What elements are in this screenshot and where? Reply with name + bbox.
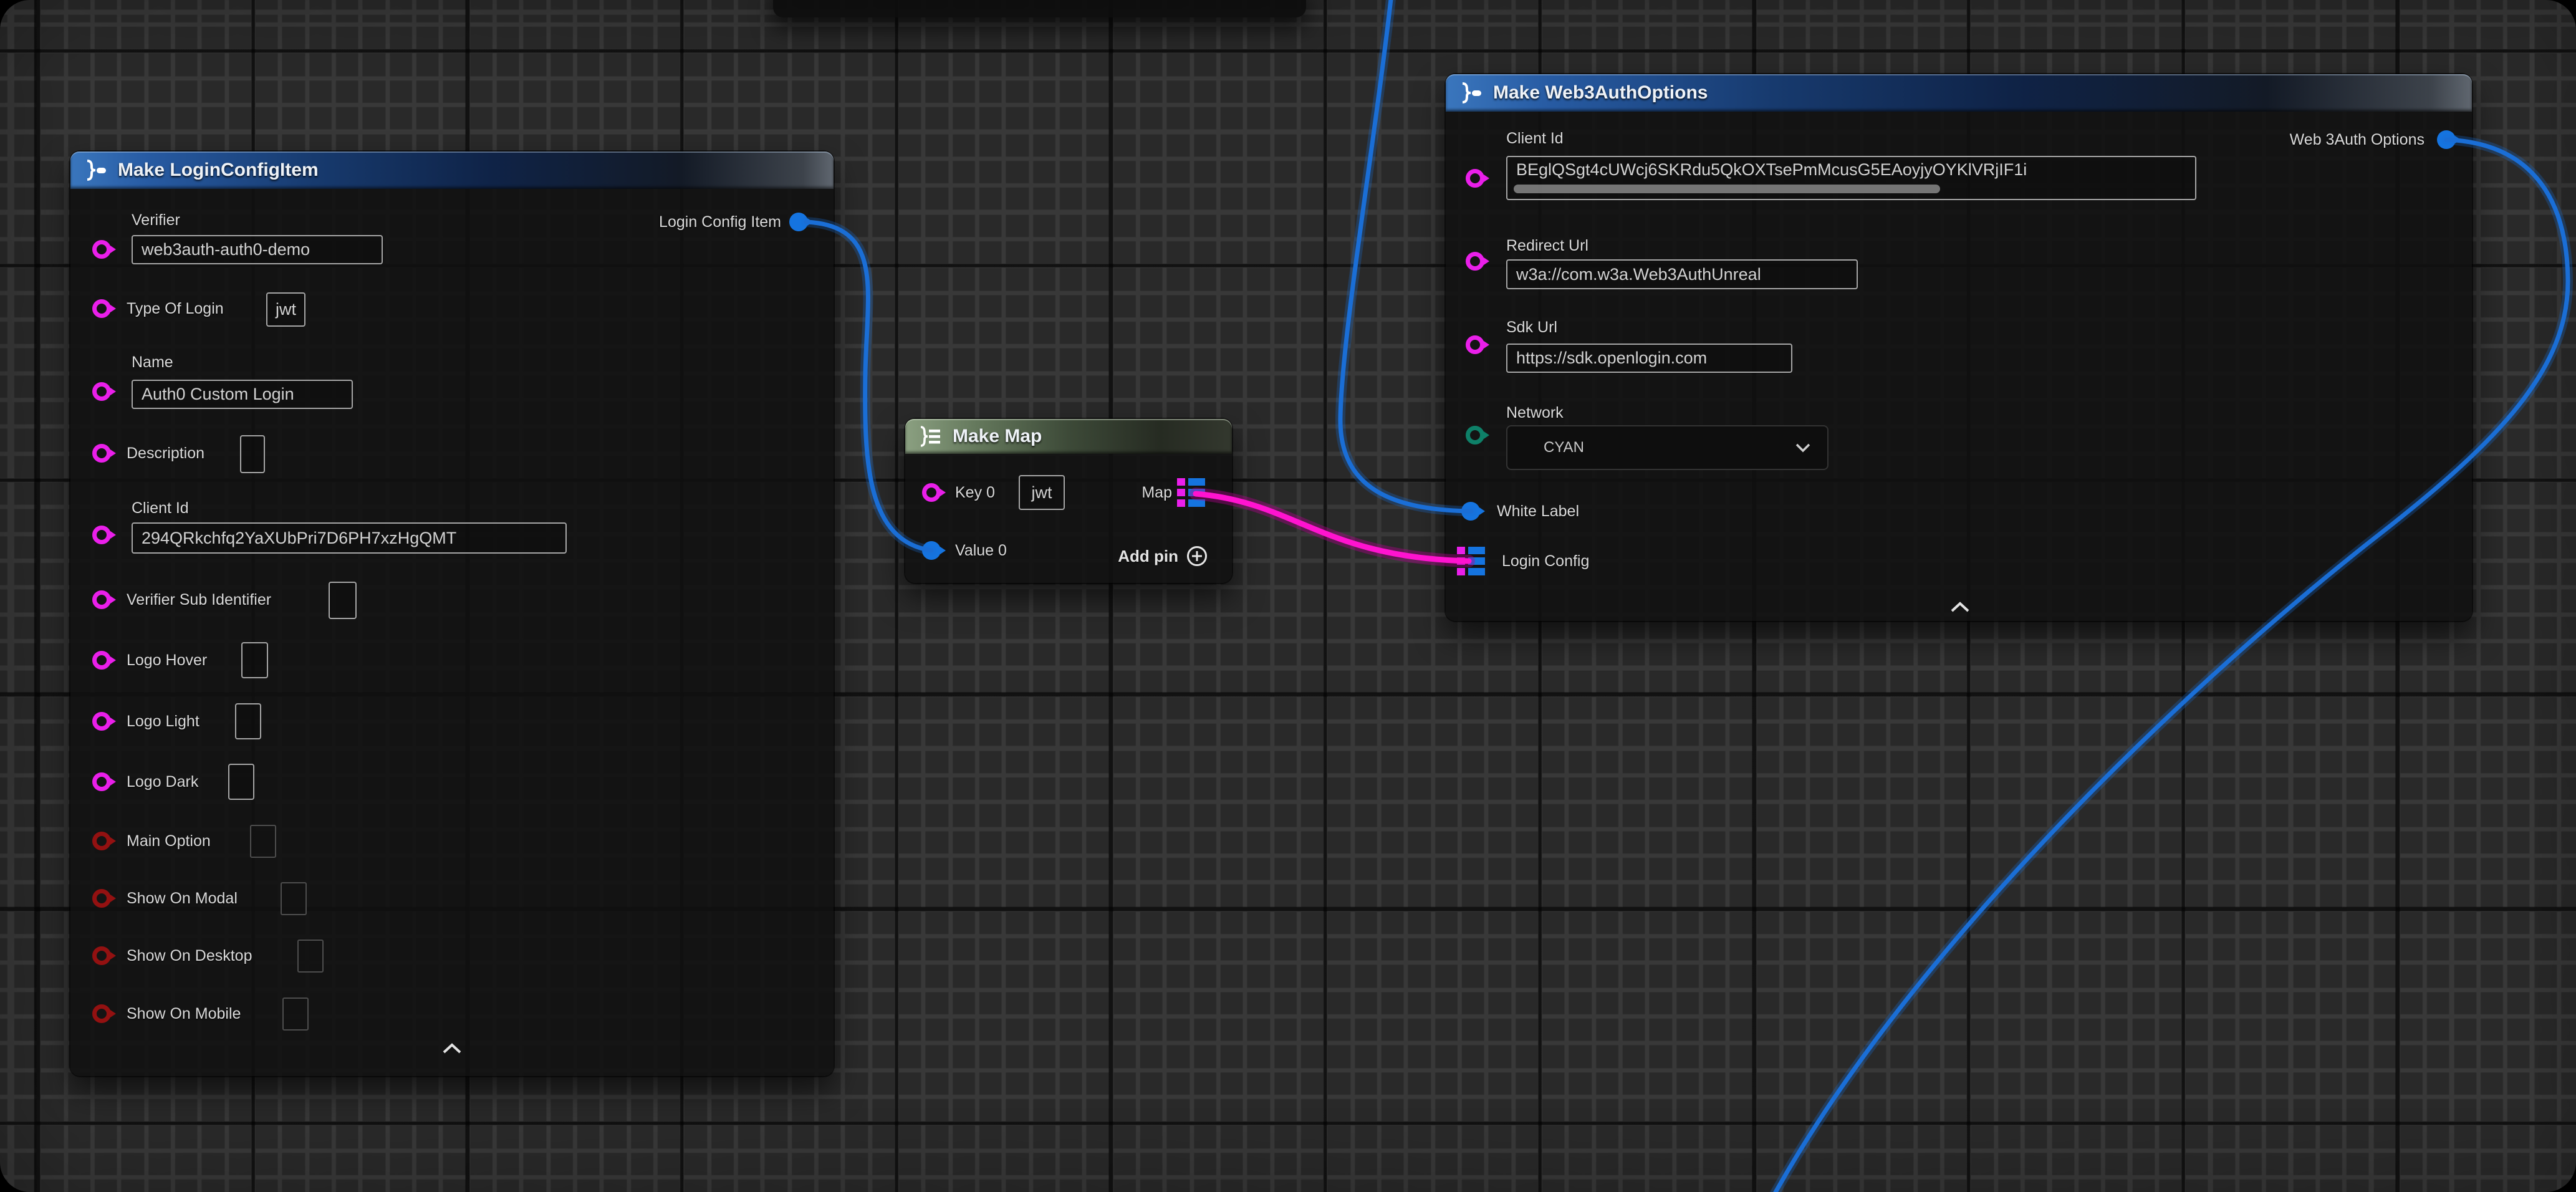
field-client-id[interactable]: BEglQSgt4cUWcj6SKRdu5QkOXTsePmMcusG5EAoy… [1506, 156, 2196, 200]
pin-label-show-on-mobile: Show On Mobile [127, 1004, 241, 1023]
pin-label-login-config-item: Login Config Item [659, 213, 781, 231]
pin-label-network: Network [1506, 403, 1564, 422]
field-logo-hover[interactable] [241, 642, 268, 678]
pin-label-logo-light: Logo Light [127, 712, 199, 731]
pin-white-label[interactable] [1461, 502, 1480, 521]
pin-label-show-on-modal: Show On Modal [127, 889, 238, 908]
field-client-id-text: BEglQSgt4cUWcj6SKRdu5QkOXTsePmMcusG5EAoy… [1516, 160, 2027, 180]
pin-label-logo-dark: Logo Dark [127, 772, 198, 791]
field-name[interactable]: Auth0 Custom Login [132, 380, 353, 409]
pin-logo-light[interactable] [92, 712, 111, 731]
pin-show-on-modal[interactable] [92, 889, 111, 908]
field-key-0[interactable]: jwt [1019, 475, 1065, 510]
pin-sdk-url[interactable] [1466, 335, 1484, 354]
pin-label-map-out: Map [1141, 483, 1172, 502]
pin-key-0[interactable] [922, 483, 941, 502]
pin-show-on-mobile[interactable] [92, 1004, 111, 1023]
checkbox-main-option[interactable] [250, 825, 276, 858]
pin-logo-hover[interactable] [92, 651, 111, 670]
wire-glow [1196, 494, 1469, 561]
node-title: Make Web3AuthOptions [1493, 82, 1708, 103]
pin-label-value-0: Value 0 [955, 541, 1007, 560]
blueprint-graph-canvas[interactable]: Make LoginConfigItem Verifier web3auth-a… [0, 0, 2576, 1192]
network-dropdown[interactable]: CYAN [1506, 425, 1829, 470]
field-redirect-url[interactable]: w3a://com.w3a.Web3AuthUnreal [1506, 259, 1858, 289]
collapse-chevron-icon[interactable] [1948, 600, 1973, 614]
make-struct-icon [82, 159, 109, 181]
node-make-map[interactable]: Make Map Key 0 jwt Map Value 0 Add pin [905, 419, 1232, 583]
node-title: Make LoginConfigItem [118, 160, 319, 181]
pin-label-logo-hover: Logo Hover [127, 651, 207, 670]
pin-value-0[interactable] [922, 541, 941, 560]
node-header-make-web3authoptions[interactable]: Make Web3AuthOptions [1446, 74, 2472, 112]
checkbox-show-on-desktop[interactable] [297, 940, 324, 973]
field-sdk-url[interactable]: https://sdk.openlogin.com [1506, 344, 1792, 373]
pin-label-client-id: Client Id [132, 499, 189, 517]
pin-login-config[interactable] [1457, 547, 1485, 575]
add-pin-plus-icon [1186, 545, 1208, 567]
pin-label-main-option: Main Option [127, 832, 211, 850]
chevron-down-icon [1794, 442, 1812, 453]
pin-label-name: Name [132, 353, 173, 372]
pin-label-verifier-sub-identifier: Verifier Sub Identifier [127, 590, 271, 609]
pin-main-option[interactable] [92, 832, 111, 850]
node-make-web3authoptions[interactable]: Make Web3AuthOptions Client Id BEglQSgt4… [1446, 74, 2472, 621]
offscreen-node-partial[interactable] [773, 0, 1306, 17]
make-map-icon [916, 425, 944, 448]
pin-redirect-url[interactable] [1466, 252, 1484, 271]
pin-client-id[interactable] [92, 526, 111, 544]
collapse-chevron-icon[interactable] [440, 1042, 464, 1055]
pin-name[interactable] [92, 382, 111, 401]
pin-description[interactable] [92, 444, 111, 463]
field-verifier[interactable]: web3auth-auth0-demo [132, 235, 383, 264]
checkbox-show-on-modal[interactable] [281, 882, 307, 915]
pin-show-on-desktop[interactable] [92, 946, 111, 965]
pin-label-redirect-url: Redirect Url [1506, 236, 1588, 255]
add-pin-label: Add pin [1118, 547, 1178, 566]
pin-label-login-config: Login Config [1502, 552, 1589, 570]
wire-map-to-login-config[interactable] [1196, 494, 1469, 561]
pin-login-config-item-out[interactable] [789, 213, 808, 231]
add-pin-button[interactable]: Add pin [1118, 545, 1208, 567]
pin-label-sdk-url: Sdk Url [1506, 318, 1557, 337]
pin-label-verifier: Verifier [132, 211, 180, 229]
network-dropdown-value: CYAN [1544, 439, 1584, 456]
field-description[interactable] [240, 435, 265, 473]
pin-web3auth-options-out[interactable] [2437, 130, 2456, 149]
pin-label-key-0: Key 0 [955, 483, 995, 502]
pin-label-client-id: Client Id [1506, 129, 1564, 148]
field-type-of-login[interactable]: jwt [266, 292, 305, 327]
field-verifier-sub-identifier[interactable] [329, 582, 357, 619]
screenshot-stage: Make LoginConfigItem Verifier web3auth-a… [0, 0, 2576, 1192]
node-make-loginconfigitem[interactable]: Make LoginConfigItem Verifier web3auth-a… [70, 151, 834, 1076]
node-header-make-loginconfigitem[interactable]: Make LoginConfigItem [70, 151, 834, 189]
pin-label-type-of-login: Type Of Login [127, 299, 224, 318]
checkbox-show-on-mobile[interactable] [282, 997, 309, 1031]
pin-verifier-sub-identifier[interactable] [92, 590, 111, 609]
pin-client-id[interactable] [1466, 169, 1484, 188]
pin-map-out[interactable] [1177, 478, 1205, 507]
pin-label-show-on-desktop: Show On Desktop [127, 946, 252, 965]
field-client-id-scrollbar[interactable] [1514, 185, 1940, 193]
pin-label-white-label: White Label [1497, 502, 1579, 521]
field-logo-dark[interactable] [228, 764, 254, 800]
pin-label-description: Description [127, 444, 204, 463]
field-client-id[interactable]: 294QRkchfq2YaXUbPri7D6PH7xzHgQMT [132, 522, 567, 554]
pin-type-of-login[interactable] [92, 299, 111, 318]
pin-logo-dark[interactable] [92, 772, 111, 791]
field-logo-light[interactable] [235, 703, 261, 739]
node-header-make-map[interactable]: Make Map [905, 419, 1232, 454]
pin-label-web3auth-options-out: Web 3Auth Options [2290, 130, 2425, 149]
pin-verifier[interactable] [92, 240, 111, 259]
pin-network[interactable] [1466, 426, 1484, 445]
make-struct-icon [1457, 82, 1484, 104]
node-title: Make Map [953, 426, 1042, 447]
